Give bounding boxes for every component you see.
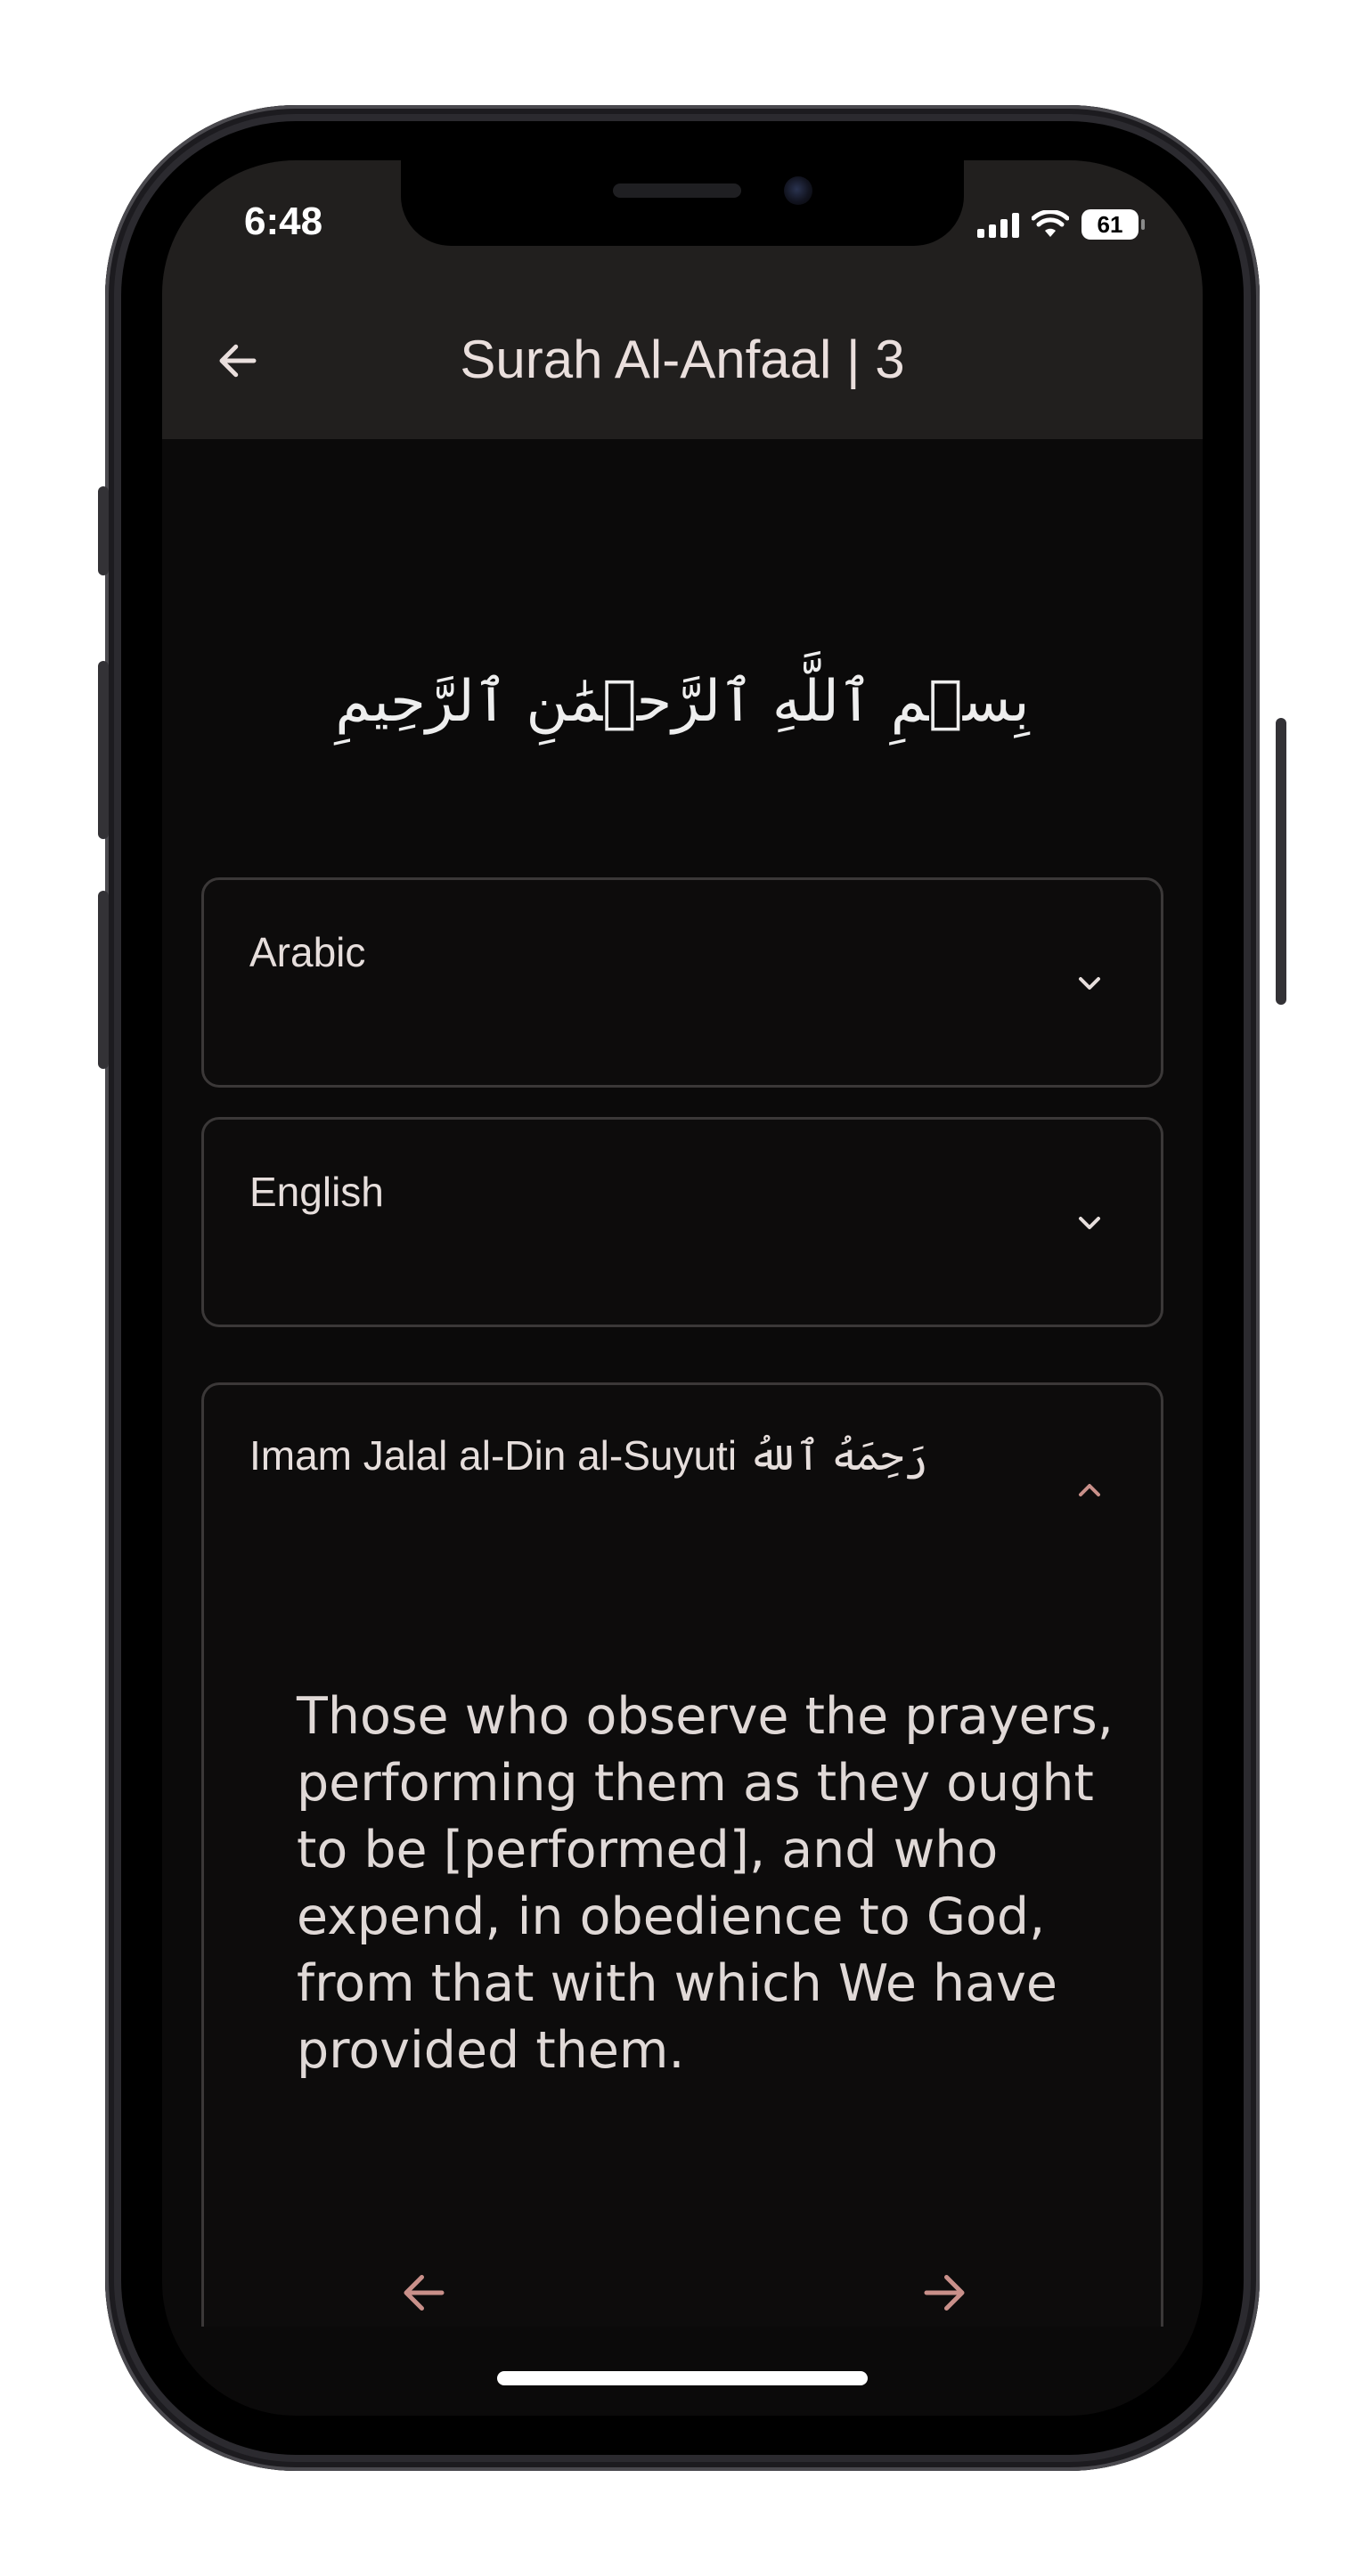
device-volume-down-button xyxy=(98,891,109,1069)
chevron-down-icon[interactable] xyxy=(1065,958,1114,1008)
battery-icon: 61 xyxy=(1081,209,1145,240)
device-volume-up-button xyxy=(98,661,109,839)
device-notch xyxy=(401,160,964,246)
earpiece-speaker xyxy=(613,183,741,198)
section-tafsir-suyuti[interactable]: Imam Jalal al-Din al-Suyuti رَحِمَهُ ٱلل… xyxy=(201,1382,1163,2327)
home-indicator[interactable] xyxy=(497,2371,868,2385)
page-title: Surah Al-Anfaal | 3 xyxy=(460,330,905,389)
cellular-signal-icon xyxy=(977,211,1019,238)
battery-level: 61 xyxy=(1097,210,1123,238)
device-silent-switch xyxy=(98,486,109,575)
wifi-icon xyxy=(1032,210,1069,237)
status-time: 6:48 xyxy=(244,200,323,243)
section-arabic-label: Arabic xyxy=(249,929,366,975)
app-screen: 6:48 61 Surah Al-Anfaal | 3 بِسۡمِ ٱللَّ… xyxy=(162,160,1203,2416)
bismillah-text: بِسۡمِ ٱللَّهِ ٱلرَّحۡمَٰنِ ٱلرَّحِيمِ xyxy=(335,669,1030,735)
section-arabic[interactable]: Arabic xyxy=(201,877,1163,1088)
device-power-button xyxy=(1276,718,1286,1005)
arrow-left-icon xyxy=(404,2275,445,2311)
section-english-label: English xyxy=(249,1169,384,1215)
previous-ayah-button[interactable] xyxy=(388,2257,460,2328)
front-camera xyxy=(784,176,812,205)
tafsir-content: Those who observe the prayers, performin… xyxy=(297,1687,1114,2080)
arrow-right-icon xyxy=(924,2275,965,2311)
chevron-up-icon[interactable] xyxy=(1065,1465,1114,1515)
section-tafsir-label: Imam Jalal al-Din al-Suyuti رَحِمَهُ ٱلل… xyxy=(249,1432,928,1479)
status-icons: 61 xyxy=(977,207,1145,242)
chevron-down-icon[interactable] xyxy=(1065,1198,1114,1248)
section-english[interactable]: English xyxy=(201,1117,1163,1327)
next-ayah-button[interactable] xyxy=(909,2257,980,2328)
